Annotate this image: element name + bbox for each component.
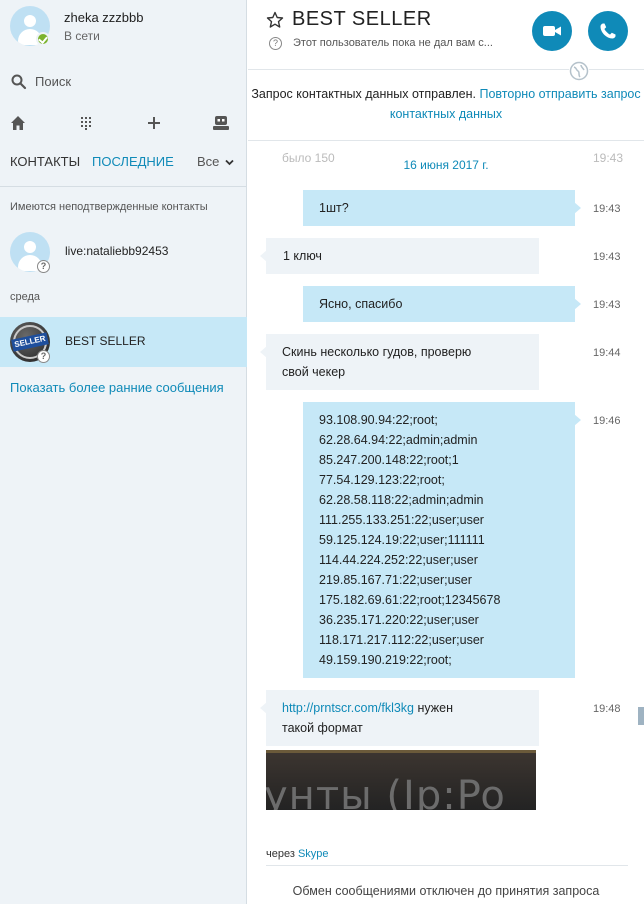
audio-call-button[interactable] (588, 11, 628, 51)
message-time: 19:43 (593, 251, 621, 263)
message-line: 111.255.133.251:22;user;user (319, 513, 484, 527)
message-time: 19:46 (593, 415, 621, 427)
message-bubble-outgoing[interactable]: 1шт? (303, 190, 581, 226)
skype-window: zheka zzzbbb В сети Поиск КОНТАКТЫ ПОСЛЕ… (0, 0, 644, 904)
contact-item-nataliebb92453[interactable]: ? live:nataliebb92453 (0, 227, 247, 277)
sidebar-toolbar (0, 112, 247, 134)
star-icon[interactable] (266, 11, 284, 29)
message-bubble-outgoing[interactable]: 93.108.90.94:22;root; 62.28.64.94:22;admi… (303, 402, 581, 678)
filter-label: Все (196, 154, 220, 169)
contact-name: live:nataliebb92453 (65, 244, 169, 258)
globe-icon (569, 61, 589, 81)
phone-icon (600, 23, 616, 39)
message-line: 36.235.171.220:22;user;user (319, 613, 479, 627)
message-line: 77.54.129.123:22;root; (319, 473, 445, 487)
message-link[interactable]: http://prntscr.com/fkl3kg (282, 701, 414, 715)
message-line: 175.182.69.61:22;root;12345678 (319, 593, 501, 607)
tabs-divider (0, 186, 247, 187)
message-text: Ясно, спасибо (319, 297, 403, 311)
link-preview-image[interactable]: унты (Ip:Po (266, 750, 536, 810)
conversation-subtitle: Этот пользователь пока не дал вам с... (293, 37, 493, 49)
conversation-title[interactable]: BEST SELLER (292, 8, 432, 31)
message-line: 85.247.200.148:22;root;1 (319, 453, 459, 467)
date-separator: 16 июня 2017 г. (403, 158, 489, 172)
online-status-icon (36, 32, 50, 46)
contact-name: BEST SELLER (65, 334, 146, 348)
add-button[interactable] (143, 112, 165, 134)
message-time: 19:48 (593, 703, 621, 715)
bots-button[interactable] (210, 112, 232, 134)
message-bubble-incoming[interactable]: http://prntscr.com/fkl3kg нужен такой фо… (260, 690, 539, 746)
message-time: 19:44 (593, 347, 621, 359)
message-line: 93.108.90.94:22;root; (319, 413, 438, 427)
via-skype-link[interactable]: Skype (298, 848, 329, 860)
show-earlier-messages-link[interactable]: Показать более ранние сообщения (10, 380, 224, 395)
video-call-button[interactable] (532, 11, 572, 51)
my-status[interactable]: В сети (64, 29, 100, 43)
message-text: нужен (414, 701, 453, 715)
message-list[interactable]: было 150 19:43 16 июня 2017 г. 1шт? 19:4… (248, 141, 644, 811)
message-bubble-incoming[interactable]: 1 ключ (260, 238, 539, 274)
tab-contacts[interactable]: КОНТАКТЫ (10, 154, 80, 169)
search-box[interactable]: Поиск (10, 73, 236, 91)
unknown-status-icon: ? (37, 260, 50, 273)
message-time: 19:43 (593, 203, 621, 215)
sidebar-tabs: КОНТАКТЫ ПОСЛЕДНИЕ Все (0, 154, 247, 172)
sidebar: zheka zzzbbb В сети Поиск КОНТАКТЫ ПОСЛЕ… (0, 0, 247, 904)
message-bubble-outgoing[interactable]: Ясно, спасибо (303, 286, 581, 322)
via-prefix: через (266, 848, 295, 860)
message-line: 49.159.190.219:22;root; (319, 653, 452, 667)
preview-image-text: унты (Ip:Po (266, 773, 506, 810)
message-line: 62.28.64.94:22;admin;admin (319, 433, 478, 447)
chevron-down-icon (225, 159, 234, 166)
dialpad-button[interactable] (75, 112, 97, 134)
message-text: 1 ключ (283, 249, 322, 263)
add-icon (148, 117, 160, 129)
home-icon (11, 116, 25, 130)
message-line: 59.125.124.19:22;user;111111 (319, 533, 485, 547)
unknown-status-icon: ? (37, 350, 50, 363)
unconfirmed-section-label: Имеются неподтвержденные контакты (10, 201, 208, 213)
filter-dropdown[interactable]: Все (197, 154, 234, 169)
message-line: свой чекер (282, 365, 346, 379)
conversation-header: BEST SELLER ? Этот пользователь пока не … (248, 0, 644, 70)
contact-item-best-seller[interactable]: SELLER ? BEST SELLER (0, 317, 247, 367)
message-line: 114.44.224.252:22;user;user (319, 553, 478, 567)
message-time: 19:43 (593, 299, 621, 311)
scrollbar-thumb[interactable] (638, 707, 644, 725)
day-section-label: среда (10, 291, 41, 303)
via-skype-label: через Skype (266, 848, 329, 860)
video-camera-icon (543, 26, 561, 36)
tab-recent[interactable]: ПОСЛЕДНИЕ (92, 154, 174, 169)
message-line: 219.85.167.71:22;user;user (319, 573, 472, 587)
info-icon: ? (269, 37, 282, 50)
home-button[interactable] (7, 112, 29, 134)
notice-text: Запрос контактных данных отправлен. (251, 87, 477, 101)
message-line: 62.28.58.118:22;admin;admin (319, 493, 484, 507)
message-line: 118.171.217.112:22;user;user (319, 633, 484, 647)
search-icon (11, 74, 27, 90)
search-placeholder: Поиск (35, 74, 72, 89)
bot-icon (213, 116, 229, 130)
message-text: 1шт? (319, 201, 349, 215)
my-name[interactable]: zheka zzzbbb (64, 10, 144, 25)
message-line: такой формат (282, 721, 363, 735)
messaging-disabled-notice: Обмен сообщениями отключен до принятия з… (292, 884, 600, 898)
footer-divider (266, 865, 628, 866)
conversation-pane: BEST SELLER ? Этот пользователь пока не … (248, 0, 644, 904)
message-line: Скинь несколько гудов, проверю (282, 345, 472, 359)
message-bubble-incoming[interactable]: Скинь несколько гудов, проверю свой чеке… (260, 334, 539, 390)
dialpad-icon (81, 117, 91, 130)
contact-request-notice: Запрос контактных данных отправлен. Повт… (248, 84, 644, 124)
